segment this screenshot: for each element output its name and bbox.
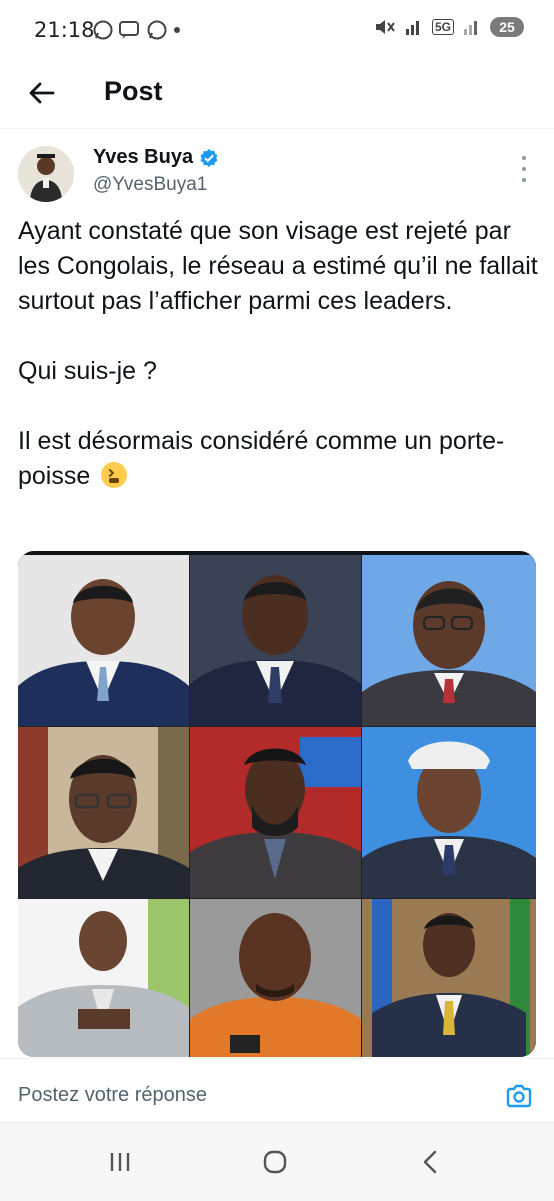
photo-portrait bbox=[362, 555, 536, 726]
status-bar: 21:18 5G 25 bbox=[0, 0, 554, 60]
more-notifications-dot bbox=[174, 27, 180, 33]
author-name-text: Yves Buya bbox=[93, 146, 194, 168]
whatsapp-icon bbox=[147, 20, 167, 40]
mute-icon bbox=[375, 20, 395, 34]
clock: 21:18 bbox=[34, 18, 95, 42]
verified-badge-icon bbox=[200, 148, 218, 167]
reply-input[interactable]: Postez votre réponse bbox=[18, 1084, 207, 1107]
home-icon bbox=[263, 1150, 287, 1174]
system-back-button[interactable] bbox=[410, 1145, 450, 1179]
photo-portrait bbox=[362, 899, 536, 1057]
back-icon bbox=[423, 1150, 437, 1174]
photo-portrait bbox=[190, 899, 361, 1057]
system-icons: 5G 25 bbox=[374, 17, 524, 37]
back-button[interactable] bbox=[24, 75, 60, 111]
author-handle[interactable]: @YvesBuya1 bbox=[93, 174, 207, 196]
tired-face-emoji bbox=[101, 462, 128, 488]
photo-portrait bbox=[190, 727, 361, 898]
signal-icon bbox=[464, 21, 477, 35]
whatsapp-icon bbox=[93, 20, 113, 40]
more-vertical-icon bbox=[522, 156, 526, 160]
author-name[interactable]: Yves Buya bbox=[93, 146, 219, 169]
signal-icon bbox=[405, 21, 419, 35]
back-arrow-icon bbox=[29, 82, 55, 104]
avatar[interactable] bbox=[18, 146, 74, 202]
top-app-bar: Post bbox=[0, 60, 554, 129]
recents-button[interactable] bbox=[100, 1145, 140, 1179]
tweet-media[interactable] bbox=[18, 551, 536, 1057]
photo-portrait bbox=[18, 727, 189, 898]
tweet-paragraph: Ayant constaté que son visage est rejeté… bbox=[18, 217, 538, 315]
tweet-paragraph: Qui suis-je ? bbox=[18, 357, 157, 385]
notification-icons bbox=[92, 19, 168, 41]
photo-portrait bbox=[190, 555, 361, 726]
tweet-paragraph: Il est désormais considéré comme un port… bbox=[18, 424, 538, 494]
photo-portrait bbox=[18, 555, 189, 726]
battery-indicator: 25 bbox=[490, 17, 524, 37]
photo-portrait bbox=[18, 899, 189, 1057]
camera-button[interactable] bbox=[505, 1082, 533, 1110]
page-title: Post bbox=[104, 76, 163, 106]
tweet-text: Ayant constaté que son visage est rejeté… bbox=[18, 214, 538, 494]
network-badge: 5G bbox=[431, 19, 454, 35]
system-navigation-bar bbox=[0, 1122, 554, 1201]
tweet-paragraph-text: Il est désormais considéré comme un port… bbox=[18, 427, 505, 490]
camera-icon bbox=[506, 1084, 532, 1108]
chat-icon bbox=[119, 21, 139, 39]
recents-icon bbox=[110, 1153, 130, 1171]
more-options-button[interactable] bbox=[512, 156, 536, 182]
more-dot bbox=[522, 167, 526, 171]
photo-portrait bbox=[362, 727, 536, 898]
avatar-image bbox=[18, 146, 74, 202]
more-dot bbox=[522, 178, 526, 182]
home-button[interactable] bbox=[255, 1145, 295, 1179]
